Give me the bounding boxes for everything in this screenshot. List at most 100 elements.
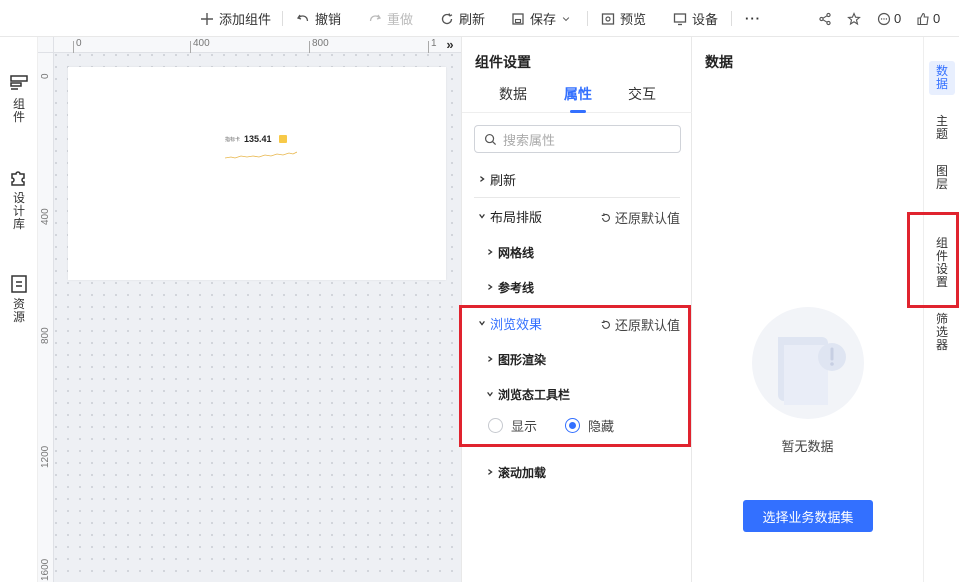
comment-icon <box>877 12 891 25</box>
add-component-label: 添加组件 <box>219 12 272 27</box>
property-search-input[interactable]: 搜索属性 <box>474 125 681 153</box>
highlight-box-browse-effect <box>459 305 691 447</box>
rail-design-library-label: 设计库 <box>12 191 25 231</box>
more-icon: ··· <box>745 11 761 26</box>
preview-icon <box>601 12 615 25</box>
section-gridlines[interactable]: 网格线 <box>462 240 692 264</box>
horizontal-ruler: 0 400 800 1 <box>54 37 461 53</box>
redo-icon <box>369 14 382 21</box>
empty-data-illustration <box>752 307 864 419</box>
chevron-right-icon <box>482 468 498 476</box>
rail-resources[interactable]: 资源 <box>0 274 38 324</box>
rail-design-library[interactable]: 设计库 <box>0 168 38 231</box>
star-icon <box>847 11 861 25</box>
share-button[interactable] <box>818 0 832 37</box>
refresh-label: 刷新 <box>459 12 486 27</box>
share-icon <box>819 12 831 25</box>
section-scroll-load[interactable]: 滚动加载 <box>462 460 692 484</box>
chevron-right-icon <box>474 175 490 183</box>
like-button[interactable]: 0 <box>916 0 940 37</box>
comment-count: 0 <box>894 11 902 26</box>
section-refresh[interactable]: 刷新 <box>462 167 692 191</box>
preview-label: 预览 <box>620 12 647 27</box>
rail-components-label: 组件 <box>12 97 25 124</box>
section-label: 滚动加载 <box>498 465 547 480</box>
tab-properties[interactable]: 属性 <box>564 84 592 104</box>
active-tab-indicator <box>570 110 586 113</box>
rail-components[interactable]: 组件 <box>0 74 38 124</box>
save-label: 保存 <box>530 12 557 27</box>
chevron-right-icon <box>482 283 498 291</box>
thumbs-up-icon <box>917 12 929 25</box>
redo-label: 重做 <box>387 12 414 27</box>
monitor-icon <box>673 12 687 25</box>
toolbar-divider <box>282 11 283 26</box>
favorite-button[interactable] <box>847 0 861 37</box>
section-label: 网格线 <box>498 245 535 260</box>
ruler-y-label: 1600 <box>40 558 51 581</box>
section-label: 参考线 <box>498 280 535 295</box>
section-label: 布局排版 <box>490 209 543 225</box>
ruler-x-label: 1 <box>431 38 437 49</box>
panel-title: 组件设置 <box>475 54 531 70</box>
section-label: 刷新 <box>490 172 517 188</box>
reset-default-button[interactable]: 还原默认值 <box>600 208 680 227</box>
like-count: 0 <box>933 11 941 26</box>
collapse-canvas-button[interactable]: » <box>441 38 459 52</box>
redo-button[interactable]: 重做 <box>368 0 413 37</box>
kpi-badge <box>278 135 287 143</box>
save-icon <box>512 12 524 25</box>
chevron-right-icon <box>482 248 498 256</box>
device-button[interactable]: 设备 <box>673 0 718 37</box>
plus-icon <box>201 12 213 25</box>
more-button[interactable]: ··· <box>745 0 761 37</box>
kpi-sparkline <box>225 151 297 159</box>
settings-tabs: 数据 属性 交互 <box>462 77 692 113</box>
ruler-y-label: 1200 <box>40 445 51 468</box>
tab-interaction[interactable]: 交互 <box>628 84 656 104</box>
reset-icon <box>601 212 610 222</box>
canvas-page[interactable]: 指标卡 135.41 <box>68 67 446 280</box>
highlight-box-component-settings <box>907 212 959 308</box>
ruler-x-label: 400 <box>193 38 210 49</box>
puzzle-icon <box>11 171 25 186</box>
refresh-button[interactable]: 刷新 <box>440 0 485 37</box>
kpi-widget[interactable]: 指标卡 135.41 <box>225 134 287 144</box>
toolbar-divider <box>587 11 588 26</box>
left-rail: 组件 设计库 资源 <box>0 37 38 582</box>
ruler-y-label: 800 <box>40 327 51 344</box>
chevron-down-icon <box>474 212 490 220</box>
chevron-down-icon <box>562 16 570 21</box>
preview-button[interactable]: 预览 <box>601 0 646 37</box>
rail-tab-theme[interactable]: 主题 <box>929 111 955 145</box>
ruler-corner <box>38 37 54 53</box>
toolbar-divider <box>731 11 732 26</box>
kpi-value: 135.41 <box>244 134 272 144</box>
save-button[interactable]: 保存 <box>511 0 571 37</box>
design-canvas[interactable]: 0 400 800 1 0 400 800 1200 1600 » 指标卡 13… <box>38 37 461 582</box>
empty-data-text: 暂无数据 <box>781 439 834 454</box>
components-icon <box>10 75 28 90</box>
tab-data[interactable]: 数据 <box>499 84 527 104</box>
rail-tab-data[interactable]: 数据 <box>929 61 955 95</box>
undo-icon <box>296 14 309 21</box>
divider <box>474 197 680 198</box>
ruler-y-label: 400 <box>40 208 51 225</box>
rail-tab-filter[interactable]: 筛选器 <box>929 309 955 356</box>
ruler-tick <box>428 41 429 53</box>
rail-resources-label: 资源 <box>12 297 25 324</box>
ruler-x-label: 800 <box>312 38 329 49</box>
document-icon <box>11 275 27 293</box>
comment-button[interactable]: 0 <box>877 0 901 37</box>
add-component-button[interactable]: 添加组件 <box>200 0 271 37</box>
search-placeholder: 搜索属性 <box>503 132 556 148</box>
section-reference-line[interactable]: 参考线 <box>462 275 692 299</box>
refresh-icon <box>441 12 453 24</box>
search-icon <box>484 133 497 145</box>
right-rail: 数据 主题 图层 组件设置 筛选器 <box>923 37 959 582</box>
rail-tab-layers[interactable]: 图层 <box>929 161 955 195</box>
ruler-tick <box>309 41 310 53</box>
ruler-tick <box>73 41 74 53</box>
select-dataset-button[interactable]: 选择业务数据集 <box>743 500 873 532</box>
undo-button[interactable]: 撤销 <box>296 0 341 37</box>
